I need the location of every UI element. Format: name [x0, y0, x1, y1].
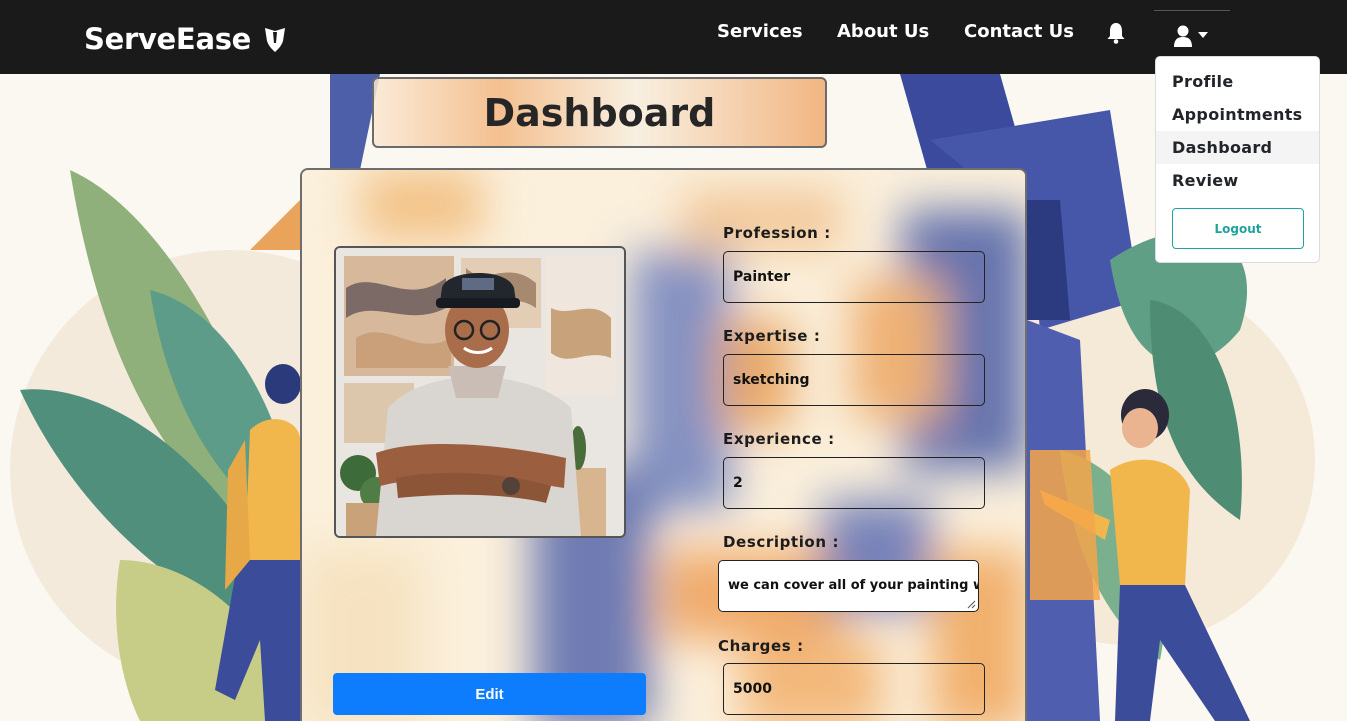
experience-field[interactable]: 2 — [723, 457, 985, 509]
description-label: Description : — [723, 533, 840, 551]
user-icon — [1174, 25, 1192, 47]
menu-item-appointments[interactable]: Appointments — [1156, 98, 1319, 131]
description-text: we can cover all of your painting work — [728, 578, 978, 593]
notifications-button[interactable] — [1105, 21, 1127, 49]
charges-label: Charges : — [718, 637, 804, 655]
experience-label: Experience : — [723, 430, 835, 448]
logout-button[interactable]: Logout — [1172, 208, 1304, 249]
dashboard-card: Edit Profession : Painter Expertise : sk… — [300, 168, 1027, 721]
charges-field[interactable]: 5000 — [723, 663, 985, 715]
navbar: ServeEase Services About Us Contact Us — [0, 0, 1347, 74]
caret-down-icon — [1198, 32, 1208, 38]
brand[interactable]: ServeEase — [84, 22, 289, 56]
expertise-label: Expertise : — [723, 327, 821, 345]
page-title: Dashboard — [483, 90, 716, 135]
profile-photo — [334, 246, 626, 538]
bell-icon — [1107, 23, 1125, 44]
nav-contact-us[interactable]: Contact Us — [964, 21, 1074, 42]
brand-name: ServeEase — [84, 22, 252, 56]
user-dropdown-menu: Profile Appointments Dashboard Review Lo… — [1155, 56, 1320, 263]
brand-logo-icon — [265, 28, 286, 52]
nav-services[interactable]: Services — [717, 21, 803, 42]
page-title-box: Dashboard — [372, 77, 827, 148]
profession-field[interactable]: Painter — [723, 251, 985, 303]
profile-photo-image — [336, 248, 624, 536]
edit-button[interactable]: Edit — [333, 673, 646, 715]
menu-item-profile[interactable]: Profile — [1156, 65, 1319, 98]
menu-item-review[interactable]: Review — [1156, 164, 1319, 197]
resize-grip-icon[interactable] — [967, 600, 976, 609]
menu-item-dashboard[interactable]: Dashboard — [1156, 131, 1319, 164]
profession-label: Profession : — [723, 224, 831, 242]
expertise-field[interactable]: sketching — [723, 354, 985, 406]
nav-about-us[interactable]: About Us — [837, 21, 929, 42]
description-textarea[interactable]: we can cover all of your painting work — [718, 560, 979, 612]
user-menu-toggle[interactable] — [1154, 10, 1230, 58]
